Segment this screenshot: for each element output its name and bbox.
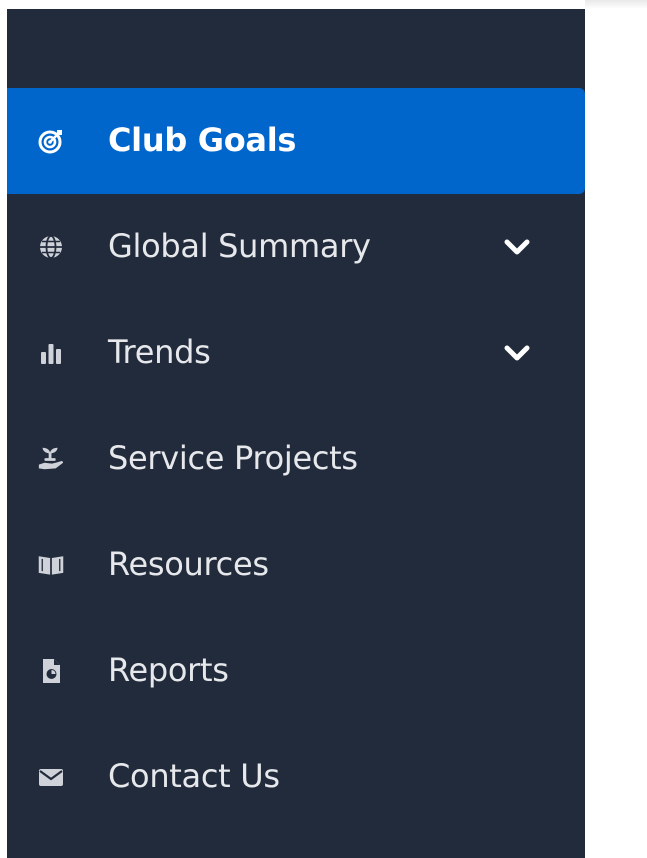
sidebar-item-club-goals[interactable]: Club Goals [7,88,585,194]
book-open-icon [37,551,65,579]
page: Club Goals Global Summary Trends Service… [0,0,647,858]
sidebar-item-label: Trends [108,333,211,372]
globe-icon [37,233,65,261]
sidebar-item-reports[interactable]: Reports [7,618,585,724]
sidebar-item-label: Club Goals [108,121,297,160]
sidebar-item-service-projects[interactable]: Service Projects [7,406,585,512]
target-icon [37,127,65,155]
sidebar-item-global-summary[interactable]: Global Summary [7,194,585,300]
chevron-down-icon[interactable] [497,333,537,373]
sidebar-item-label: Resources [108,545,269,584]
sidebar-nav: Club Goals Global Summary Trends Service… [7,9,585,858]
sidebar-item-label: Contact Us [108,757,280,796]
bar-chart-icon [37,339,65,367]
left-edge [0,0,7,858]
sidebar-item-resources[interactable]: Resources [7,512,585,618]
hand-seedling-icon [37,445,65,473]
sidebar-item-contact-us[interactable]: Contact Us [7,724,585,830]
sidebar-item-label: Service Projects [108,439,358,478]
file-chart-icon [37,657,65,685]
envelope-icon [37,763,65,791]
sidebar-item-trends[interactable]: Trends [7,300,585,406]
header-shadow [585,0,647,9]
sidebar-item-label: Reports [108,651,229,690]
sidebar-item-label: Global Summary [108,227,371,266]
chevron-down-icon[interactable] [497,227,537,267]
